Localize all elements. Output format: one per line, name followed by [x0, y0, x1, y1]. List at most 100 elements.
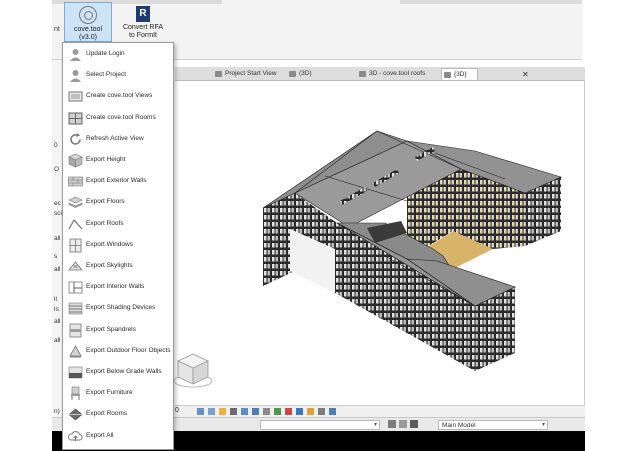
menu-item-label: Export Floors: [86, 198, 125, 206]
panel-fragment: sci: [54, 210, 62, 217]
menu-item-export-skylights[interactable]: Export Skylights: [63, 256, 173, 277]
design-option-select[interactable]: Main Model ▾: [438, 420, 548, 430]
menu-item-label: Update Login: [86, 50, 125, 57]
tab-label: {3D}: [454, 71, 467, 78]
sun-path-icon[interactable]: [219, 408, 226, 415]
user-icon: [68, 68, 83, 83]
unlock-view-icon[interactable]: [274, 408, 281, 415]
views-icon: [68, 89, 83, 104]
sync-icon[interactable]: [399, 420, 407, 428]
filter-icon[interactable]: [410, 420, 418, 428]
temporary-hide-icon[interactable]: [285, 408, 292, 415]
view-icon: [215, 71, 222, 77]
tab-label: 3D - cove.tool roofs: [369, 70, 426, 77]
menu-item-export-roofs[interactable]: Export Roofs: [63, 214, 173, 235]
menu-item-export-spandrels[interactable]: Export Spandrels: [63, 320, 173, 341]
panel-fragment: all: [54, 318, 61, 325]
menu-item-export-windows[interactable]: Export Windows: [63, 235, 173, 256]
convert-rfa-button[interactable]: R Convert RFA to FormIt: [120, 2, 166, 42]
tab-project-start-view[interactable]: Project Start View: [213, 68, 277, 80]
panel-fragment: ec: [54, 200, 61, 207]
menu-item-export-interior-walls[interactable]: Export Interior Walls: [63, 277, 173, 298]
menu-item-label: Export All: [86, 431, 114, 439]
menu-item-refresh-active-view[interactable]: Refresh Active View: [63, 129, 173, 150]
workset-select[interactable]: ▾: [260, 420, 380, 430]
menu-item-export-below-grade-walls[interactable]: Export Below Grade Walls: [63, 362, 173, 383]
tab-3d-cove-tool-roofs[interactable]: 3D - cove.tool roofs: [357, 68, 425, 80]
menu-item-export-shading-devices[interactable]: Export Shading Devices: [63, 298, 173, 319]
menu-item-label: Refresh Active View: [86, 134, 144, 142]
panel-fragment: s: [54, 253, 58, 260]
constraints-icon[interactable]: [329, 408, 336, 415]
3d-view-canvas[interactable]: [175, 81, 585, 405]
rooms-export-icon: [68, 407, 83, 422]
model-value: Main Model: [442, 422, 476, 429]
shading-icon: [68, 301, 83, 316]
menu-item-create-cove-tool-rooms[interactable]: Create cove.tool Rooms: [63, 108, 173, 129]
convert-rfa-label-1: Convert RFA: [122, 24, 164, 31]
cube-icon: [359, 71, 366, 77]
menu-item-export-rooms[interactable]: Export Rooms: [63, 404, 173, 425]
cloud-upload-icon: [68, 429, 83, 444]
show-crop-icon[interactable]: [263, 408, 270, 415]
layers-icon: [68, 195, 83, 210]
ribbon-panel-edge: [400, 0, 582, 4]
panel-fragment: all: [54, 337, 61, 344]
revit-window: nt cove.tool (v3.0) ▾ R Convert RFA to F…: [0, 0, 640, 451]
worksharing-icon[interactable]: [388, 420, 396, 428]
menu-item-label: Export Shading Devices: [86, 304, 156, 312]
menu-item-select-project[interactable]: Select Project: [63, 65, 173, 86]
detail-level-icon[interactable]: [197, 408, 204, 415]
cove-tool-button[interactable]: cove.tool (v3.0) ▾: [64, 2, 112, 48]
crop-view-icon[interactable]: [252, 408, 259, 415]
view-tabs-bar: Project Start View (3D) 3D - cove.tool r…: [175, 67, 585, 81]
menu-item-export-height[interactable]: Export Height: [63, 150, 173, 171]
menu-item-export-outdoor-floor-objects[interactable]: Export Outdoor Floor Objects: [63, 341, 173, 362]
menu-item-label: Export Windows: [86, 240, 133, 248]
menu-item-label: Export Outdoor Floor Objects: [86, 346, 171, 354]
tab-3d-active[interactable]: {3D} ✕: [441, 68, 529, 80]
menu-item-label: Export Roofs: [86, 219, 124, 227]
menu-item-label: Select Project: [86, 71, 127, 79]
analytical-icon[interactable]: [318, 408, 325, 415]
menu-item-label: Export Rooms: [86, 410, 128, 418]
menu-item-export-all[interactable]: Export All: [63, 426, 173, 447]
roof-icon: [68, 217, 83, 232]
menu-item-label: Create cove.tool Views: [86, 92, 153, 100]
cube-icon: [444, 72, 451, 78]
view-cube[interactable]: [172, 348, 214, 390]
scale-indicator: 0: [175, 407, 179, 414]
menu-item-export-exterior-walls[interactable]: Export Exterior Walls: [63, 171, 173, 192]
reveal-hidden-icon[interactable]: [296, 408, 303, 415]
tab-label: Project Start View: [225, 70, 277, 77]
menu-item-export-furniture[interactable]: Export Furniture: [63, 383, 173, 404]
menu-item-label: Export Below Grade Walls: [86, 368, 162, 375]
refresh-icon: [68, 132, 83, 147]
cove-tool-dropdown-menu: Update Login Select Project Create cove.to…: [62, 42, 174, 450]
close-icon[interactable]: ✕: [522, 69, 529, 81]
menu-item-label: Export Exterior Walls: [86, 177, 147, 185]
skylight-icon: [68, 259, 83, 274]
menu-item-export-floors[interactable]: Export Floors: [63, 192, 173, 213]
menu-item-label: Export Skylights: [86, 262, 133, 269]
cube-icon: [289, 71, 296, 77]
cove-tool-button-label: cove.tool (v3.0): [73, 26, 103, 41]
view-control-icons: [197, 408, 336, 416]
revit-logo-icon: R: [136, 6, 150, 22]
ribbon-truncated-label: nt: [54, 26, 60, 33]
visual-style-icon[interactable]: [208, 408, 215, 415]
tab-3d-view[interactable]: (3D): [287, 68, 312, 80]
view-control-bar: 0: [175, 405, 585, 417]
menu-item-label: Export Furniture: [86, 389, 133, 397]
render-icon[interactable]: [241, 408, 248, 415]
shadows-icon[interactable]: [230, 408, 237, 415]
chevron-down-icon: ▾: [373, 422, 377, 428]
spandrel-icon: [68, 323, 83, 338]
menu-item-update-login[interactable]: Update Login: [63, 44, 173, 65]
menu-item-create-cove-tool-views[interactable]: Create cove.tool Views: [63, 86, 173, 107]
tab-label: (3D): [299, 70, 312, 77]
highlight-icon[interactable]: [307, 408, 314, 415]
panel-fragment: ls: [54, 306, 59, 313]
menu-item-label: Create cove.tool Rooms: [86, 113, 156, 121]
brick-wall-icon: [68, 174, 83, 189]
